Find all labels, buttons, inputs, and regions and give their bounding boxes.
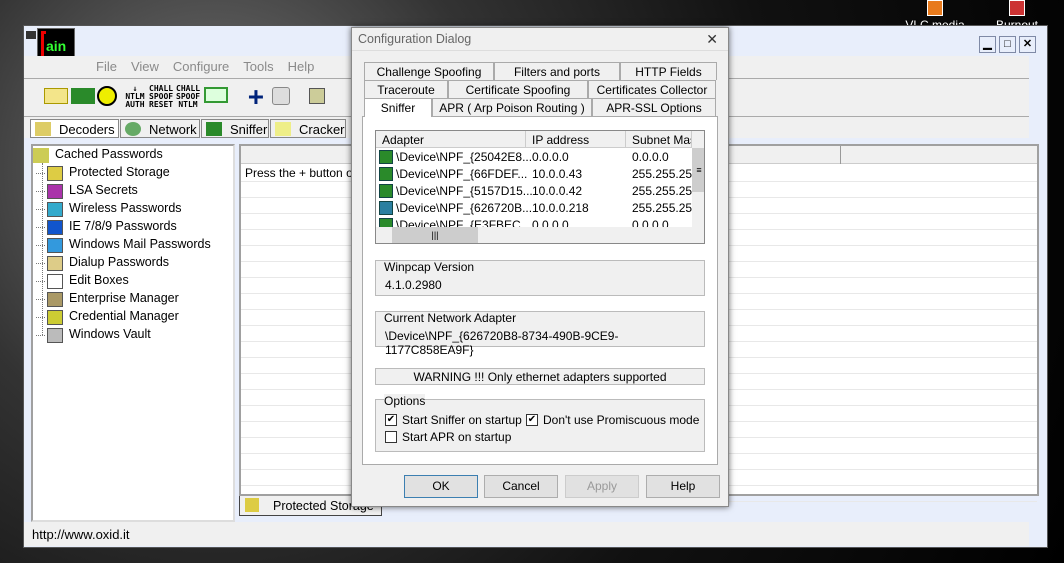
tree-item-icon [47, 184, 63, 199]
dialog-title: Configuration Dialog ✕ [352, 28, 728, 51]
keys-icon [33, 148, 49, 163]
configuration-dialog: Configuration Dialog ✕ Challenge Spoofing… [351, 27, 729, 507]
system-menu-icon[interactable] [26, 31, 36, 39]
apply-button[interactable]: Apply [565, 475, 639, 498]
chall-spoof-ntlm-button[interactable]: CHALL SPOOF NTLM [176, 85, 200, 109]
warning-text: WARNING !!! Only ethernet adapters suppo… [375, 368, 705, 385]
tree-item[interactable]: Windows Mail Passwords [36, 237, 211, 255]
help-button[interactable]: Help [646, 475, 720, 498]
tree-item-icon [47, 238, 63, 253]
horizontal-scrollbar[interactable]: ||| [376, 227, 704, 243]
menu-tools[interactable]: Tools [243, 59, 273, 74]
tab-cracker[interactable]: Cracker [270, 119, 346, 138]
tree-item[interactable]: Credential Manager [36, 309, 179, 327]
tree-item[interactable]: LSA Secrets [36, 183, 138, 201]
current-adapter-group: Current Network Adapter \Device\NPF_{6267… [375, 311, 705, 357]
start-sniffer-checkbox[interactable]: ✔ Start Sniffer on startup [385, 413, 522, 427]
menu-help[interactable]: Help [288, 59, 315, 74]
col-subnet-mask[interactable]: Subnet Mas [626, 131, 692, 148]
tab-filters-and-ports[interactable]: Filters and ports [494, 62, 620, 80]
key-icon [275, 122, 291, 136]
adapter-row[interactable]: \Device\NPF_{626720B... 10.0.0.218 255.255… [376, 200, 692, 217]
sniffer-panel: Adapter IP address Subnet Mas \Device\NP… [362, 116, 718, 465]
chall-spoof-reset-button[interactable]: CHALL SPOOF RESET [149, 85, 173, 109]
cancel-button[interactable]: Cancel [484, 475, 558, 498]
checkmark-icon: ✔ [385, 414, 397, 426]
tab-sniffer[interactable]: Sniffer [201, 119, 269, 138]
recycle-bin-icon[interactable] [272, 87, 290, 105]
tree-item[interactable]: Wireless Passwords [36, 201, 182, 219]
tab-apr[interactable]: APR ( Arp Poison Routing ) [432, 98, 592, 116]
network-card-icon [379, 167, 393, 181]
dialog-close-button[interactable]: ✕ [706, 31, 718, 48]
open-folder-icon[interactable] [44, 88, 68, 104]
checkmark-icon: ✔ [526, 414, 538, 426]
tree-item-cached-passwords[interactable]: Cached Passwords [33, 147, 163, 165]
tab-network[interactable]: Network [120, 119, 200, 138]
adapter-row[interactable]: \Device\NPF_{5157D15... 10.0.0.42 255.255.… [376, 183, 692, 200]
monitor-icon[interactable] [204, 87, 228, 103]
maximize-button[interactable]: □ [999, 36, 1016, 53]
tab-sniffer-config[interactable]: Sniffer [364, 98, 432, 117]
menu-file[interactable]: File [96, 59, 117, 74]
vertical-scrollbar[interactable]: ≡ [692, 131, 704, 227]
col-adapter[interactable]: Adapter [376, 131, 526, 148]
tree-item[interactable]: Edit Boxes [36, 273, 129, 291]
tab-challenge-spoofing[interactable]: Challenge Spoofing [364, 62, 494, 80]
decoders-tree: Cached Passwords Protected Storage LSA Se… [31, 144, 235, 522]
no-promiscuous-checkbox[interactable]: ✔ Don't use Promiscuous mode [526, 413, 699, 427]
tree-item-icon [47, 256, 63, 271]
tree-item-icon [47, 274, 63, 289]
tree-item[interactable]: Protected Storage [36, 165, 170, 183]
tree-line [42, 163, 43, 335]
sniffer-card-icon[interactable] [71, 88, 95, 104]
protected-storage-icon [245, 498, 259, 512]
ntlm-auth-button[interactable]: ↓ NTLM AUTH [123, 85, 147, 109]
vlc-icon [927, 0, 943, 16]
tree-item-icon [47, 328, 63, 343]
tree-item-icon [47, 220, 63, 235]
plus-icon[interactable]: + [244, 84, 268, 110]
adapter-list[interactable]: Adapter IP address Subnet Mas \Device\NP… [375, 130, 705, 244]
decoders-icon [35, 122, 51, 136]
network-card-icon [379, 184, 393, 198]
ok-button[interactable]: OK [404, 475, 478, 498]
tree-item-icon [47, 166, 63, 181]
adapter-row[interactable]: \Device\NPF_{66FDEF... 10.0.0.43 255.255.2… [376, 166, 692, 183]
tab-certificate-spoofing[interactable]: Certificate Spoofing [448, 80, 588, 98]
tab-decoders[interactable]: Decoders [30, 119, 119, 138]
certificate-icon[interactable] [309, 88, 325, 104]
col-ip-address[interactable]: IP address [526, 131, 626, 148]
globe-icon [125, 122, 141, 136]
tree-item[interactable]: IE 7/8/9 Passwords [36, 219, 177, 237]
tab-certificates-collector[interactable]: Certificates Collector [588, 80, 716, 98]
tree-item-icon [47, 310, 63, 325]
radioactive-icon[interactable] [97, 86, 117, 106]
tree-item[interactable]: Windows Vault [36, 327, 151, 345]
start-apr-checkbox[interactable]: Start APR on startup [385, 430, 511, 444]
network-card-icon [379, 150, 393, 164]
tab-traceroute[interactable]: Traceroute [364, 80, 448, 98]
tree-item[interactable]: Dialup Passwords [36, 255, 169, 273]
tab-apr-ssl-options[interactable]: APR-SSL Options [592, 98, 716, 116]
tree-item[interactable]: Enterprise Manager [36, 291, 179, 309]
tree-item-icon [47, 202, 63, 217]
adapter-row[interactable]: \Device\NPF_{25042E8... 0.0.0.0 0.0.0.0 [376, 149, 692, 166]
status-bar: http://www.oxid.it [24, 522, 1029, 546]
minimize-button[interactable]: ▁ [979, 36, 996, 53]
tree-item-icon [47, 292, 63, 307]
options-group: Options ✔ Start Sniffer on startup ✔ Don't… [375, 394, 705, 452]
menu-configure[interactable]: Configure [173, 59, 229, 74]
winpcap-group: Winpcap Version 4.1.0.2980 [375, 260, 705, 296]
close-button[interactable]: ✕ [1019, 36, 1036, 53]
menu-view[interactable]: View [131, 59, 159, 74]
network-card-icon [379, 201, 393, 215]
burnout-icon [1009, 0, 1025, 16]
sniffer-icon [206, 122, 222, 136]
tab-http-fields[interactable]: HTTP Fields [620, 62, 717, 80]
